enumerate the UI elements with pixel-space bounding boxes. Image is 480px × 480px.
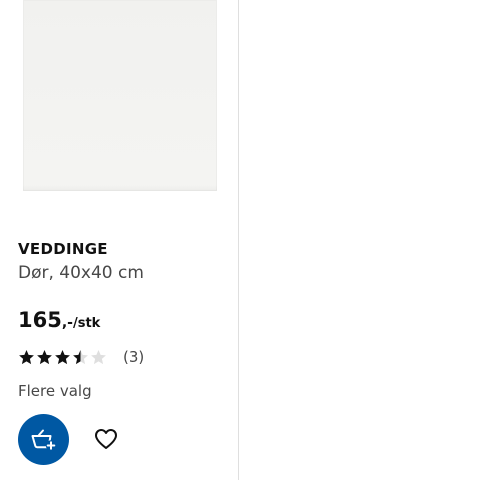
star-icon bbox=[19, 349, 34, 364]
add-to-cart-button[interactable] bbox=[18, 414, 69, 465]
product-description[interactable]: Dør, 40x40 cm bbox=[18, 262, 144, 284]
star-icon bbox=[91, 349, 106, 364]
product-image[interactable] bbox=[23, 0, 217, 191]
price-suffix: ,- bbox=[61, 315, 73, 331]
price-integer: 165 bbox=[18, 308, 62, 332]
basket-plus-icon bbox=[31, 429, 56, 451]
star-icon bbox=[55, 349, 70, 364]
more-options-link[interactable]: Flere valg bbox=[18, 381, 92, 401]
star-icon bbox=[37, 349, 52, 364]
star-rating bbox=[18, 349, 108, 366]
wishlist-button[interactable] bbox=[87, 420, 125, 458]
product-rating[interactable]: (3) bbox=[18, 347, 144, 367]
product-name[interactable]: VEDDINGE bbox=[18, 239, 108, 259]
review-count: (3) bbox=[123, 348, 145, 366]
heart-icon bbox=[95, 429, 117, 449]
star-icon bbox=[73, 349, 88, 364]
product-card: VEDDINGE Dør, 40x40 cm 165,-/stk (3) Fle… bbox=[0, 0, 239, 480]
product-price: 165,-/stk bbox=[18, 307, 100, 337]
price-unit: /stk bbox=[72, 316, 101, 331]
